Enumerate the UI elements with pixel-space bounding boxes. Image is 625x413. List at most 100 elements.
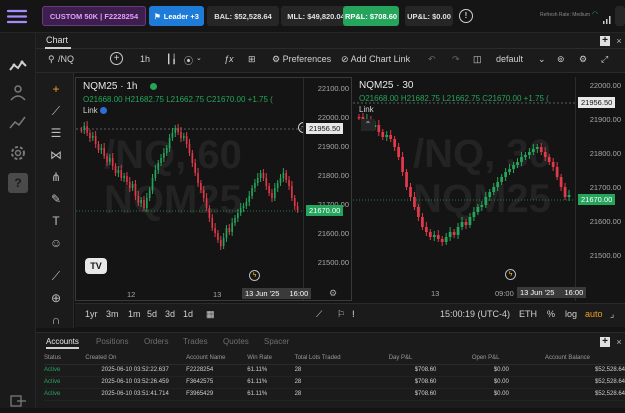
- pane2-collapse-icon[interactable]: ⌃: [361, 119, 375, 131]
- range-3m[interactable]: 3m: [106, 309, 119, 319]
- settings-nav-icon[interactable]: [8, 143, 28, 163]
- expand-icon[interactable]: ⌟: [610, 309, 614, 320]
- refresh-label: Refresh Rate: Medium: [540, 12, 591, 18]
- analytics-nav-icon[interactable]: [8, 113, 28, 133]
- pane1-candle: [279, 178, 282, 183]
- add-panel-icon[interactable]: +: [600, 36, 610, 46]
- crosshair-tool-icon[interactable]: +: [48, 81, 64, 97]
- draw-line-icon[interactable]: ⟋: [316, 309, 322, 320]
- candle-style-icon[interactable]: ┃╽: [166, 54, 177, 65]
- pane2-candle: [456, 227, 460, 235]
- pane1-candle: [143, 200, 145, 208]
- percent-toggle[interactable]: %: [547, 309, 555, 319]
- pane1-price-axis[interactable]: 22100.0022000.0021900.0021800.0021700.00…: [303, 78, 351, 300]
- account-selector[interactable]: CUSTOM 50K | F2228254: [42, 6, 146, 26]
- alert-icon[interactable]: ⵑ: [352, 309, 355, 320]
- pane2-candle: [381, 132, 385, 137]
- close-panel-icon[interactable]: ×: [614, 36, 624, 46]
- date-range-icon[interactable]: ▦: [206, 309, 215, 320]
- pane1-link[interactable]: Link: [83, 106, 107, 115]
- range-1d[interactable]: 1d: [183, 309, 193, 319]
- chart-settings-icon[interactable]: ⚙: [579, 54, 587, 65]
- indicators-icon[interactable]: ⦿: [184, 54, 193, 67]
- clock-readout[interactable]: 15:00:19 (UTC-4): [440, 309, 510, 319]
- app-logo-icon[interactable]: [6, 8, 28, 25]
- layout-grid-icon[interactable]: ⊞: [248, 54, 256, 65]
- range-1yr[interactable]: 1yr: [85, 309, 98, 319]
- table-row[interactable]: Active 2025-06-10 03:52:22.637 F2228254 61.…: [44, 364, 625, 377]
- table-cell: $0.00: [471, 364, 545, 377]
- tab-orders[interactable]: Orders: [144, 337, 168, 346]
- chart-pane-1h[interactable]: /NQ, 60 NQM25 NQM25 · 1h O21668.00 H2168…: [75, 77, 352, 301]
- col-status[interactable]: Status: [44, 352, 86, 365]
- help-nav-icon[interactable]: ?: [8, 173, 28, 193]
- col-open-pnl[interactable]: Open P&L: [471, 352, 545, 365]
- auto-toggle[interactable]: auto: [585, 309, 603, 319]
- undo-icon[interactable]: ↶: [428, 54, 436, 65]
- range-5d[interactable]: 5d: [147, 309, 157, 319]
- brush-tool-icon[interactable]: ✎: [48, 191, 64, 207]
- trend-line-tool-icon[interactable]: ⟋: [48, 103, 64, 119]
- measure-tool-icon[interactable]: ⟋: [48, 268, 64, 284]
- zoom-tool-icon[interactable]: ⊕: [48, 290, 64, 306]
- panel-toggle-icon[interactable]: ◫: [473, 54, 482, 65]
- pane2-price-axis[interactable]: 22000.00 21900.00 21800.00 21700.00 21600.00…: [575, 77, 625, 301]
- user-menu-button[interactable]: [615, 6, 625, 26]
- tab-spacer[interactable]: Spacer: [264, 337, 289, 346]
- symbol-search-icon[interactable]: ⚲: [48, 54, 55, 65]
- symbol-search-input[interactable]: /NQ: [58, 54, 74, 64]
- col-total-lots[interactable]: Total Lots Traded: [294, 352, 389, 365]
- tab-accounts[interactable]: Accounts: [46, 337, 79, 346]
- preferences-button[interactable]: ⚙ Preferences: [272, 54, 331, 65]
- chart-tab[interactable]: Chart: [46, 35, 68, 45]
- col-day-pnl[interactable]: Day P&L: [388, 352, 472, 365]
- interval-button[interactable]: 1h: [140, 54, 150, 64]
- magnet-tool-icon[interactable]: ∩: [48, 312, 64, 328]
- layout-dropdown-icon[interactable]: ⌄: [538, 54, 546, 65]
- tab-trades[interactable]: Trades: [183, 337, 208, 346]
- fib-tool-icon[interactable]: ⋈: [48, 147, 64, 163]
- table-row[interactable]: Active 2025-06-10 03:51:41.714 F3965429 61.…: [44, 388, 625, 401]
- pane2-candle: [539, 147, 543, 152]
- indicators-dropdown-icon[interactable]: ⌄: [196, 54, 202, 62]
- emoji-tool-icon[interactable]: ☺: [48, 235, 64, 251]
- leader-button[interactable]: ⚑ Leader +3: [149, 6, 204, 26]
- add-chart-link-button[interactable]: ⊘ Add Chart Link: [341, 54, 410, 65]
- users-nav-icon[interactable]: [8, 83, 28, 103]
- col-created-on[interactable]: Created On: [85, 352, 187, 365]
- pitchfork-tool-icon[interactable]: ⋔: [48, 169, 64, 185]
- pane2-link[interactable]: Link: [359, 105, 374, 114]
- pane1-axis-settings-icon[interactable]: ⚙: [329, 288, 337, 299]
- chart-nav-icon[interactable]: [8, 57, 28, 77]
- range-1m[interactable]: 1m: [128, 309, 141, 319]
- table-row[interactable]: Active 2025-06-10 03:52:26.459 F3642575 61.…: [44, 376, 625, 389]
- refresh-rate[interactable]: Refresh Rate: Medium: [540, 12, 590, 18]
- tab-positions[interactable]: Positions: [96, 337, 128, 346]
- chart-pane-30m[interactable]: /NQ, 30 NQM25 NQM25 · 30 O21668.00 H2168…: [353, 77, 625, 301]
- pane1-event-icon[interactable]: ϟ: [249, 270, 260, 281]
- camera-icon[interactable]: ⊚: [557, 54, 565, 65]
- col-account-name[interactable]: Account Name: [186, 352, 248, 365]
- redo-icon[interactable]: ↷: [452, 54, 460, 65]
- col-account-balance[interactable]: Account Balance: [544, 352, 625, 365]
- range-3d[interactable]: 3d: [165, 309, 175, 319]
- accounts-close-panel-icon[interactable]: ×: [614, 337, 624, 347]
- accounts-add-panel-icon[interactable]: +: [600, 337, 610, 347]
- pane2-candle: [508, 169, 511, 172]
- info-icon[interactable]: !: [459, 9, 473, 23]
- leader-icon: ⚑: [154, 11, 161, 21]
- horizontal-lines-tool-icon[interactable]: ☰: [48, 125, 64, 141]
- logout-icon[interactable]: [8, 393, 28, 407]
- log-toggle[interactable]: log: [565, 309, 577, 319]
- replay-icon[interactable]: ⚐: [337, 309, 345, 320]
- fullscreen-icon[interactable]: ⤢: [601, 54, 608, 65]
- tab-quotes[interactable]: Quotes: [223, 337, 249, 346]
- pane2-change: +1.75 (: [523, 94, 549, 103]
- layout-name-select[interactable]: default: [496, 54, 523, 64]
- session-toggle[interactable]: ETH: [519, 309, 537, 319]
- pane2-event-icon[interactable]: ϟ: [505, 269, 516, 280]
- fx-icon[interactable]: ƒx: [224, 54, 234, 64]
- col-win-rate[interactable]: Win Rate: [247, 352, 295, 365]
- add-symbol-icon[interactable]: +: [110, 52, 123, 65]
- text-tool-icon[interactable]: T: [48, 213, 64, 229]
